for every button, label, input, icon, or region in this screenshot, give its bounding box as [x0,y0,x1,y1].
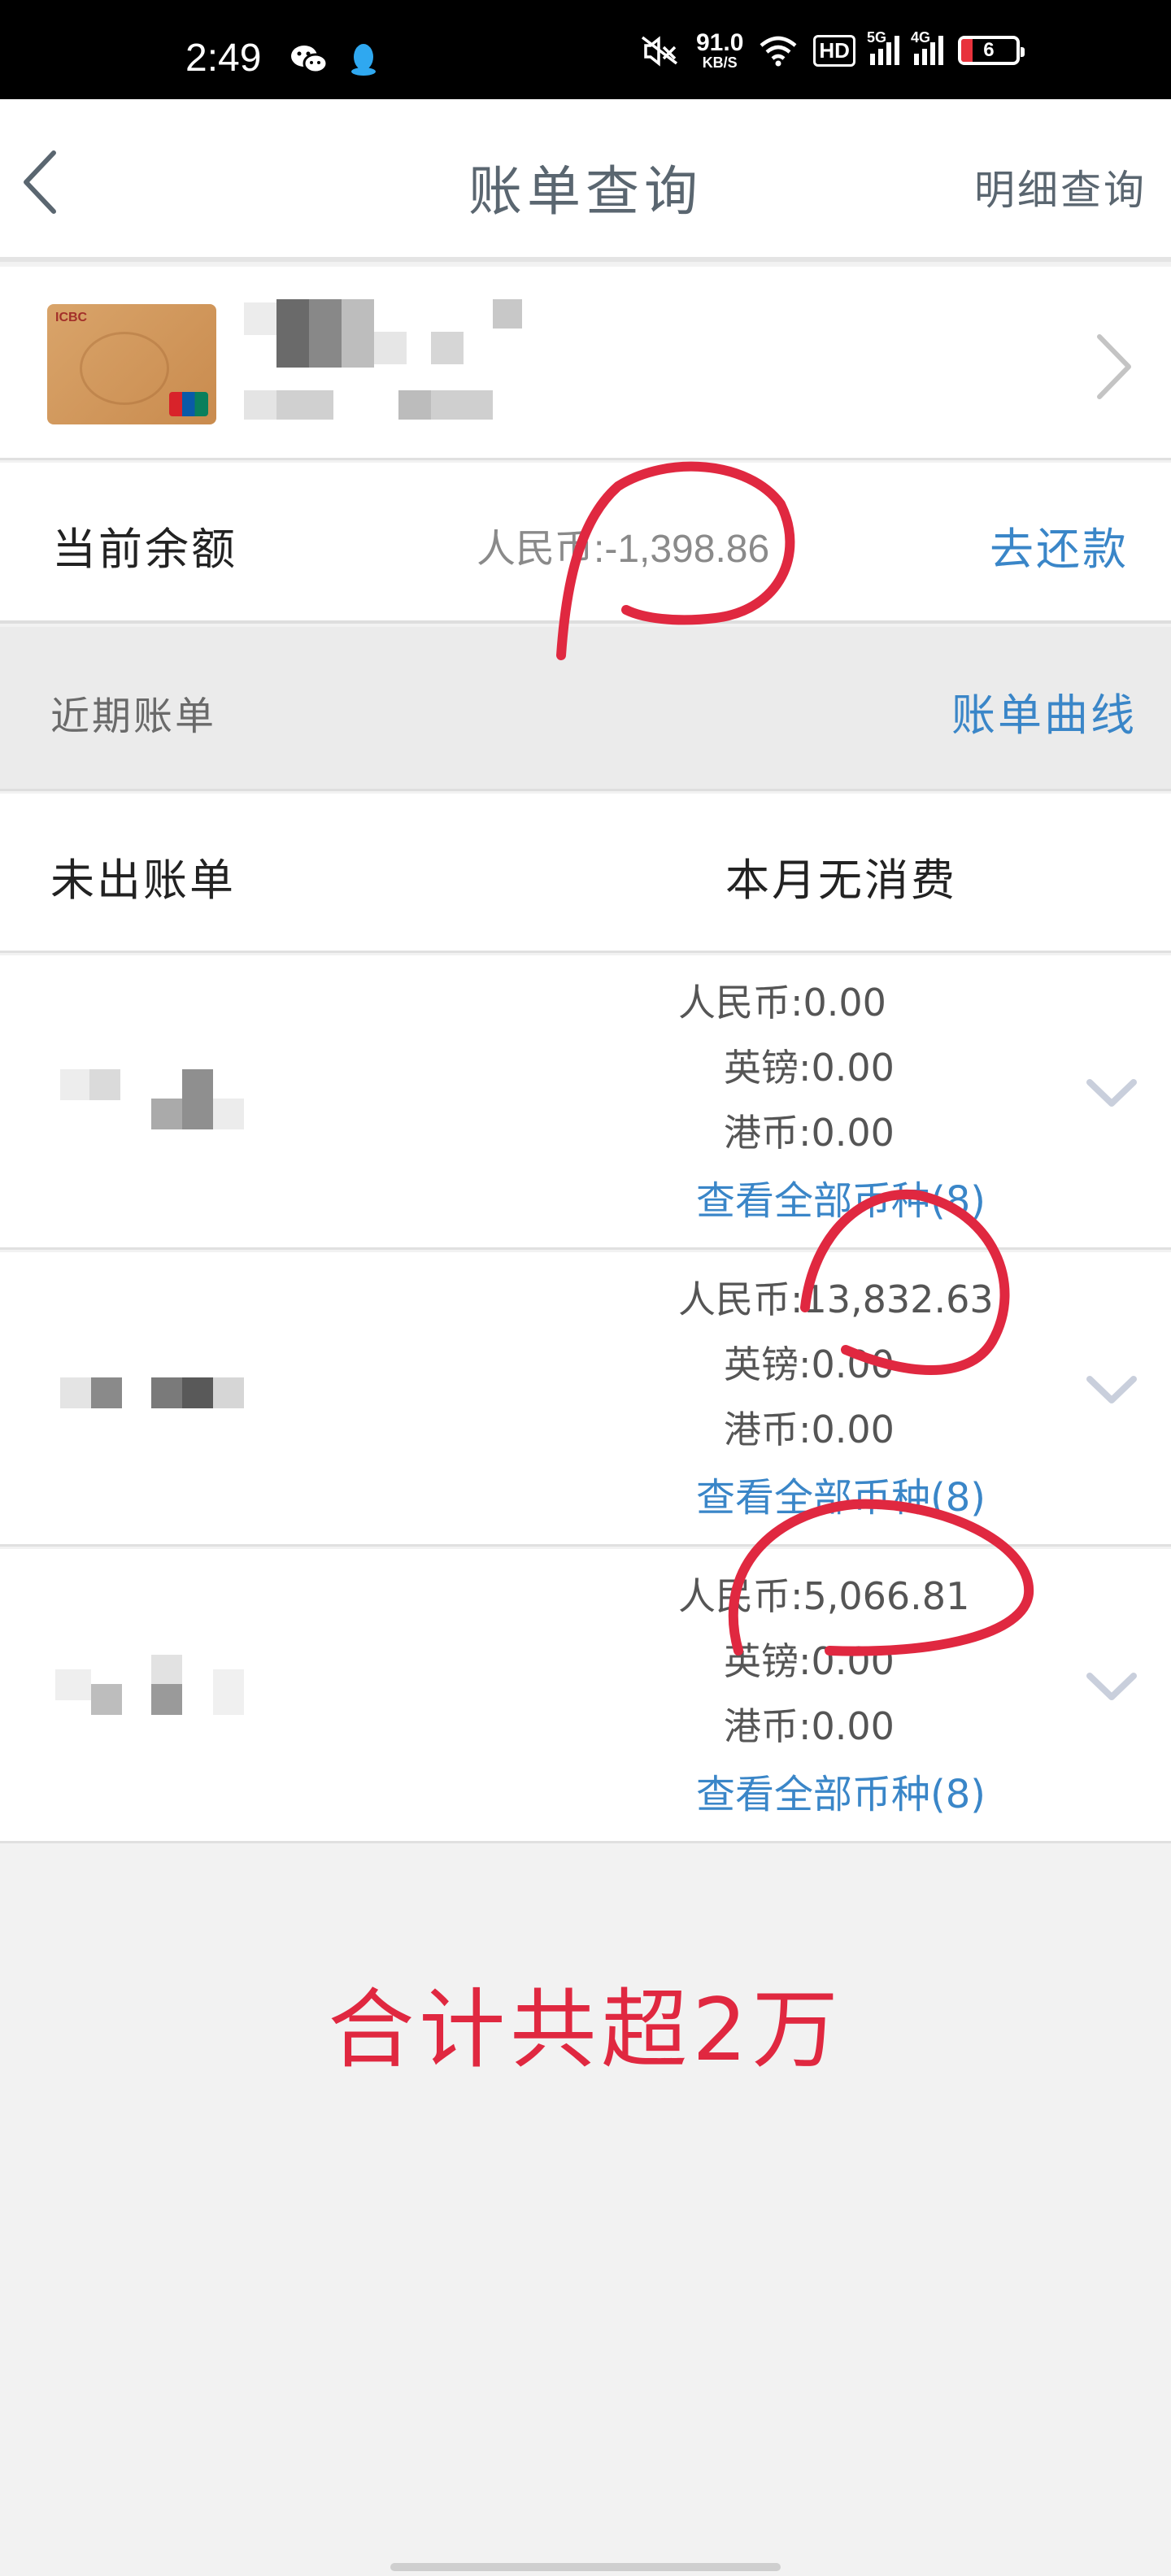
unbilled-value: 本月无消费 [725,855,957,906]
bank-card-image: ICBC [47,304,216,424]
home-indicator[interactable] [390,2563,781,2571]
bill-row[interactable]: 人民币:0.00 英镑:0.00 港币:0.00 查看全部币种(8) [0,955,1171,1250]
detail-query-link[interactable]: 明细查询 [974,158,1147,216]
repay-button[interactable]: 去还款 [990,513,1129,577]
card-selector[interactable]: ICBC [0,267,1171,460]
battery-level: 6 [983,39,995,61]
bill-gbp-amount: 英镑:0.00 [724,1342,895,1386]
unionpay-logo [169,392,208,416]
bill-cny-amount: 人民币:13,832.63 [678,1277,994,1321]
chevron-down-icon[interactable] [1083,1369,1140,1410]
speed-unit: KB/S [702,54,738,71]
qq-icon [351,44,376,76]
hd-badge: HD [813,34,855,67]
signal-4g-icon: 4G [911,29,943,65]
bill-cny-amount: 人民币:0.00 [678,981,886,1025]
view-all-currencies-link[interactable]: 查看全部币种(8) [696,1465,986,1522]
view-all-currencies-link[interactable]: 查看全部币种(8) [696,1168,986,1225]
chevron-down-icon[interactable] [1083,1666,1140,1707]
bill-hkd-amount: 港币:0.00 [724,1111,895,1155]
signal-5g-icon: 5G [867,29,899,65]
sig2-label: 4G [910,29,930,46]
wechat-icon [291,46,329,74]
bill-row[interactable]: 人民币:5,066.81 英镑:0.00 港币:0.00 查看全部币种(8) [0,1549,1171,1843]
battery-icon: 6 [957,36,1025,65]
bill-gbp-amount: 英镑:0.00 [724,1639,895,1683]
recent-bills-header: 近期账单 账单曲线 [0,627,1171,791]
recent-bills-title: 近期账单 [50,694,217,739]
unbilled-label: 未出账单 [50,855,236,906]
annotation-total-text: 合计共超2万 [328,1980,843,2080]
chevron-down-icon[interactable] [1083,1073,1140,1113]
bill-curve-link[interactable]: 账单曲线 [951,679,1137,743]
system-status-icons: 91.0 KB/S HD 5G 4G 6 [639,29,1025,71]
speed-value: 91.0 [696,29,744,56]
chevron-right-icon [1097,334,1131,399]
unbilled-row[interactable]: 未出账单 本月无消费 [0,794,1171,953]
wifi-icon [760,36,797,67]
nav-bar: 账单查询 明细查询 [0,99,1171,262]
status-bar: 2:49 91.0 KB/S HD 5G 4G 6 [0,0,1171,99]
view-all-currencies-link[interactable]: 查看全部币种(8) [696,1762,986,1819]
sig1-label: 5G [866,29,886,46]
bill-hkd-amount: 港币:0.00 [724,1704,895,1748]
bill-cny-amount: 人民币:5,066.81 [678,1574,970,1618]
network-speed: 91.0 KB/S [696,29,744,71]
balance-label: 当前余额 [52,524,237,575]
bill-row[interactable]: 人民币:13,832.63 英镑:0.00 港币:0.00 查看全部币种(8) [0,1252,1171,1547]
status-time: 2:49 [185,37,262,80]
mute-icon [641,36,678,67]
notification-icons [289,42,377,76]
bank-logo: ICBC [55,311,88,324]
bill-hkd-amount: 港币:0.00 [724,1408,895,1451]
balance-value: 人民币:-1,398.86 [477,528,770,571]
balance-row: 当前余额 人民币:-1,398.86 去还款 [0,463,1171,624]
bill-gbp-amount: 英镑:0.00 [724,1046,895,1090]
